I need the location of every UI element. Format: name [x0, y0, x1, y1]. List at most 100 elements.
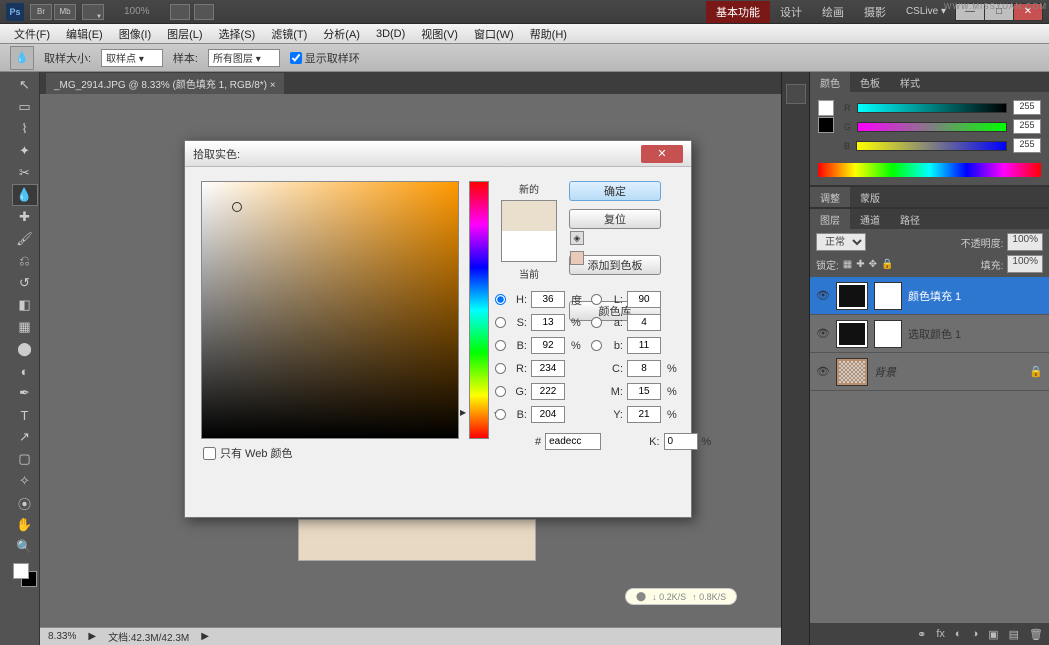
color-preview[interactable]	[501, 200, 557, 262]
a-input[interactable]	[627, 314, 661, 331]
menu-window[interactable]: 窗口(W)	[466, 26, 522, 42]
fx-icon[interactable]: fx	[936, 628, 945, 640]
menu-3d[interactable]: 3D(D)	[368, 28, 413, 40]
web-only-checkbox[interactable]: 只有 Web 颜色	[201, 439, 459, 461]
extras-button[interactable]	[194, 4, 214, 20]
pen-tool-icon[interactable]: ✒	[12, 382, 38, 404]
folder-icon[interactable]: ▣	[988, 628, 998, 641]
color-swatches[interactable]	[12, 562, 38, 588]
brush-tool-icon[interactable]: 🖌	[12, 228, 38, 250]
menu-select[interactable]: 选择(S)	[211, 26, 264, 42]
document-tab[interactable]: _MG_2914.JPG @ 8.33% (颜色填充 1, RGB/8*) ×	[46, 73, 284, 94]
g-slider[interactable]	[857, 122, 1007, 132]
shape-tool-icon[interactable]: ▢	[12, 448, 38, 470]
h-radio[interactable]	[495, 294, 506, 305]
g-radio[interactable]	[495, 386, 506, 397]
h-input[interactable]	[531, 291, 565, 308]
workspace-tab-photo[interactable]: 摄影	[854, 1, 896, 23]
blend-mode-select[interactable]: 正常	[816, 233, 866, 251]
bl-radio[interactable]	[495, 409, 506, 420]
tab-channels[interactable]: 通道	[850, 209, 890, 229]
hex-input[interactable]	[545, 433, 601, 450]
b-slider[interactable]	[856, 141, 1007, 151]
tab-color[interactable]: 颜色	[810, 72, 850, 92]
menu-edit[interactable]: 编辑(E)	[58, 26, 111, 42]
dodge-tool-icon[interactable]: ◐	[12, 360, 38, 382]
g-input[interactable]	[531, 383, 565, 400]
r-radio[interactable]	[495, 363, 506, 374]
lock-position-icon[interactable]: ✥	[869, 259, 877, 270]
s-radio[interactable]	[495, 317, 506, 328]
l-radio[interactable]	[591, 294, 602, 305]
ok-button[interactable]: 确定	[569, 181, 661, 201]
link-icon[interactable]: ⚭	[917, 628, 926, 641]
trash-icon[interactable]: 🗑	[1029, 628, 1043, 641]
websafe-warning-icon[interactable]	[570, 251, 584, 265]
g-value[interactable]: 255	[1013, 119, 1041, 134]
menu-view[interactable]: 视图(V)	[413, 26, 466, 42]
layer-mask[interactable]	[874, 320, 902, 348]
c-input[interactable]	[627, 360, 661, 377]
dialog-close-button[interactable]: ✕	[641, 145, 683, 163]
zoom-tool-icon[interactable]: 🔍	[12, 536, 38, 558]
history-panel-icon[interactable]	[786, 84, 806, 104]
b-hsb-input[interactable]	[531, 337, 565, 354]
b-lab-input[interactable]	[627, 337, 661, 354]
bridge-icon[interactable]: Br	[30, 4, 52, 20]
workspace-tab-paint[interactable]: 绘画	[812, 1, 854, 23]
workspace-tab-essentials[interactable]: 基本功能	[706, 1, 770, 23]
hue-slider[interactable]	[469, 181, 489, 439]
minibridge-icon[interactable]: Mb	[54, 4, 76, 20]
screen-mode-button[interactable]	[82, 4, 104, 20]
menu-help[interactable]: 帮助(H)	[522, 26, 575, 42]
path-tool-icon[interactable]: ↗	[12, 426, 38, 448]
adjustment-icon[interactable]: ◑	[972, 628, 979, 640]
color-field[interactable]	[201, 181, 459, 439]
heal-tool-icon[interactable]: ✚	[12, 206, 38, 228]
menu-analysis[interactable]: 分析(A)	[315, 26, 368, 42]
r-value[interactable]: 255	[1013, 100, 1041, 115]
blur-tool-icon[interactable]: ⬤	[12, 338, 38, 360]
status-zoom[interactable]: 8.33%	[48, 631, 76, 642]
spectrum-bar[interactable]	[818, 163, 1041, 177]
opacity-input[interactable]: 100%	[1007, 233, 1043, 251]
tab-adjust[interactable]: 调整	[810, 187, 850, 207]
m-input[interactable]	[627, 383, 661, 400]
panel-fg-swatch[interactable]	[818, 100, 834, 116]
layer-name[interactable]: 颜色填充 1	[908, 288, 961, 304]
type-tool-icon[interactable]: T	[12, 404, 38, 426]
arrange-button[interactable]	[170, 4, 190, 20]
mask-icon[interactable]: ◐	[955, 628, 962, 640]
layer-name[interactable]: 选取颜色 1	[908, 326, 961, 342]
s-input[interactable]	[531, 314, 565, 331]
status-doc[interactable]: 文档:42.3M/42.3M	[108, 629, 189, 644]
lock-all-icon[interactable]: 🔒	[881, 259, 893, 270]
r-input[interactable]	[531, 360, 565, 377]
menu-file[interactable]: 文件(F)	[6, 26, 58, 42]
reset-button[interactable]: 复位	[569, 209, 661, 229]
b-radio[interactable]	[495, 340, 506, 351]
b-rgb-input[interactable]	[531, 406, 565, 423]
new-layer-icon[interactable]: ▤	[1009, 628, 1019, 641]
eyedropper-tool-icon[interactable]: 💧	[12, 184, 38, 206]
l-input[interactable]	[627, 291, 661, 308]
3d-tool-icon[interactable]: ✧	[12, 470, 38, 492]
history-brush-icon[interactable]: ↺	[12, 272, 38, 294]
menu-filter[interactable]: 滤镜(T)	[263, 26, 315, 42]
menu-layer[interactable]: 图层(L)	[159, 26, 210, 42]
dialog-title-bar[interactable]: 拾取实色: ✕	[185, 141, 691, 167]
tab-masks[interactable]: 蒙版	[850, 187, 890, 207]
eraser-tool-icon[interactable]: ◧	[12, 294, 38, 316]
layer-name[interactable]: 背景	[874, 364, 896, 380]
move-tool-icon[interactable]: ↖	[12, 74, 38, 96]
lasso-tool-icon[interactable]: ⌇	[12, 118, 38, 140]
tab-paths[interactable]: 路径	[890, 209, 930, 229]
hand-tool-icon[interactable]: ✋	[12, 514, 38, 536]
collapse-strip[interactable]	[0, 72, 10, 645]
a-radio[interactable]	[591, 317, 602, 328]
lock-pixels-icon[interactable]: ▦	[843, 259, 852, 270]
fill-input[interactable]: 100%	[1007, 255, 1043, 273]
panel-bg-swatch[interactable]	[818, 117, 834, 133]
fg-color-swatch[interactable]	[13, 563, 29, 579]
stamp-tool-icon[interactable]: ⎌	[12, 250, 38, 272]
